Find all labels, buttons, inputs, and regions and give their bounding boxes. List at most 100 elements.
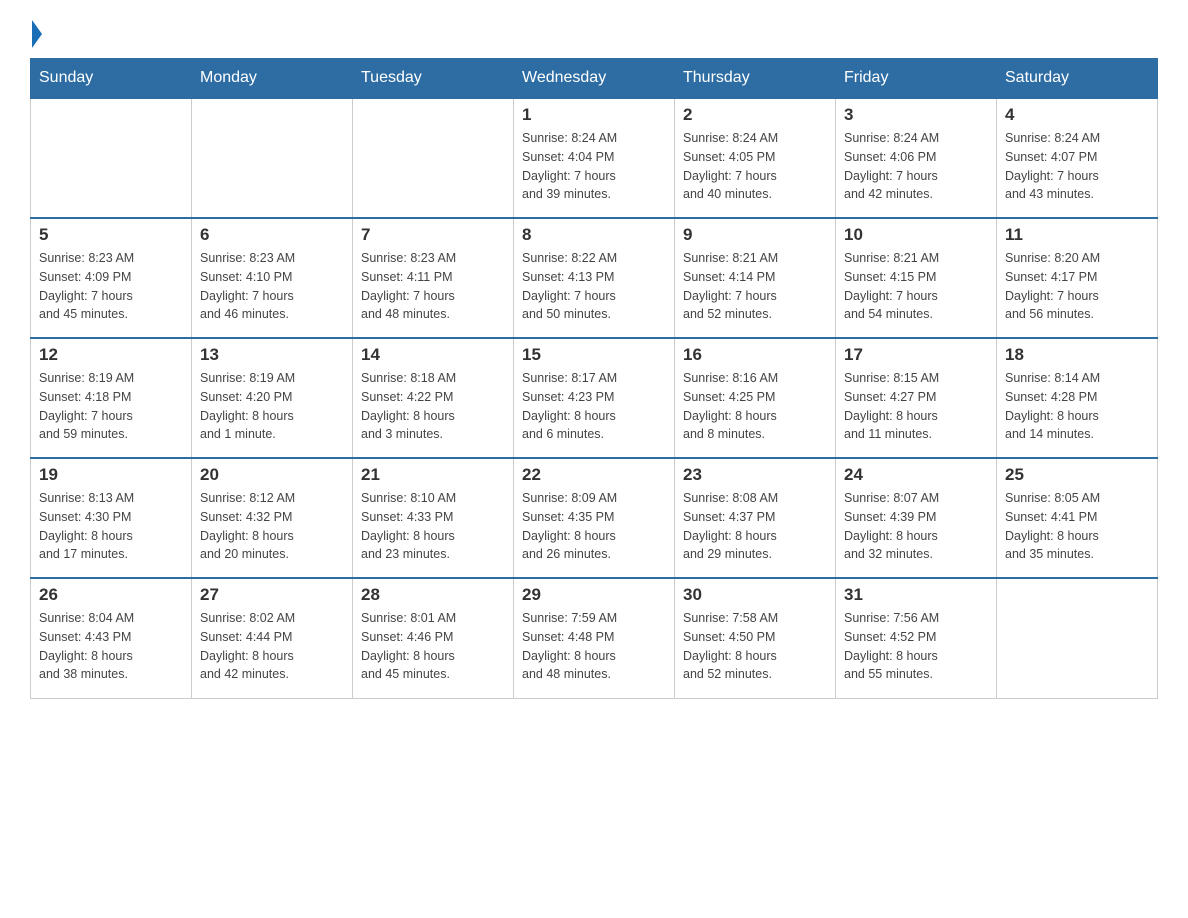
day-number: 7 [361, 225, 505, 245]
day-number: 10 [844, 225, 988, 245]
day-info: Sunrise: 8:04 AMSunset: 4:43 PMDaylight:… [39, 609, 183, 684]
day-number: 16 [683, 345, 827, 365]
day-number: 17 [844, 345, 988, 365]
day-number: 4 [1005, 105, 1149, 125]
day-info: Sunrise: 8:12 AMSunset: 4:32 PMDaylight:… [200, 489, 344, 564]
day-info: Sunrise: 8:19 AMSunset: 4:18 PMDaylight:… [39, 369, 183, 444]
calendar-cell-2-4: 16 Sunrise: 8:16 AMSunset: 4:25 PMDayligh… [675, 338, 836, 458]
day-number: 24 [844, 465, 988, 485]
day-info: Sunrise: 8:22 AMSunset: 4:13 PMDaylight:… [522, 249, 666, 324]
day-info: Sunrise: 8:09 AMSunset: 4:35 PMDaylight:… [522, 489, 666, 564]
calendar-cell-3-2: 21Sunrise: 8:10 AMSunset: 4:33 PMDayligh… [353, 458, 514, 578]
calendar-cell-0-2 [353, 98, 514, 218]
day-info: Sunrise: 7:59 AMSunset: 4:48 PMDaylight:… [522, 609, 666, 684]
calendar-cell-4-6 [997, 578, 1158, 698]
weekday-header-row: SundayMondayTuesdayWednesdayThursdayFrid… [31, 59, 1158, 99]
calendar-cell-2-0: 12Sunrise: 8:19 AMSunset: 4:18 PMDayligh… [31, 338, 192, 458]
day-number: 11 [1005, 225, 1149, 245]
day-info: Sunrise: 8:15 AMSunset: 4:27 PMDaylight:… [844, 369, 988, 444]
day-info: Sunrise: 8:20 AMSunset: 4:17 PMDaylight:… [1005, 249, 1149, 324]
day-number: 31 [844, 585, 988, 605]
day-number: 14 [361, 345, 505, 365]
day-number: 19 [39, 465, 183, 485]
day-info: Sunrise: 8:17 AMSunset: 4:23 PMDaylight:… [522, 369, 666, 444]
day-info: Sunrise: 8:24 AMSunset: 4:06 PMDaylight:… [844, 129, 988, 204]
day-number: 5 [39, 225, 183, 245]
header-thursday: Thursday [675, 59, 836, 99]
calendar-cell-2-6: 18Sunrise: 8:14 AMSunset: 4:28 PMDayligh… [997, 338, 1158, 458]
header-tuesday: Tuesday [353, 59, 514, 99]
day-info: Sunrise: 8:24 AMSunset: 4:04 PMDaylight:… [522, 129, 666, 204]
calendar-cell-3-6: 25Sunrise: 8:05 AMSunset: 4:41 PMDayligh… [997, 458, 1158, 578]
day-number: 23 [683, 465, 827, 485]
day-info: Sunrise: 8:01 AMSunset: 4:46 PMDaylight:… [361, 609, 505, 684]
day-info: Sunrise: 7:56 AMSunset: 4:52 PMDaylight:… [844, 609, 988, 684]
day-info: Sunrise: 8:24 AMSunset: 4:07 PMDaylight:… [1005, 129, 1149, 204]
day-number: 15 [522, 345, 666, 365]
week-row-1: 1Sunrise: 8:24 AMSunset: 4:04 PMDaylight… [31, 98, 1158, 218]
calendar-cell-0-3: 1Sunrise: 8:24 AMSunset: 4:04 PMDaylight… [514, 98, 675, 218]
calendar-cell-1-2: 7 Sunrise: 8:23 AMSunset: 4:11 PMDaylight… [353, 218, 514, 338]
calendar-cell-1-1: 6 Sunrise: 8:23 AMSunset: 4:10 PMDaylight… [192, 218, 353, 338]
week-row-2: 5 Sunrise: 8:23 AMSunset: 4:09 PMDaylight… [31, 218, 1158, 338]
day-number: 22 [522, 465, 666, 485]
day-info: Sunrise: 8:13 AMSunset: 4:30 PMDaylight:… [39, 489, 183, 564]
header-friday: Friday [836, 59, 997, 99]
calendar-cell-1-0: 5 Sunrise: 8:23 AMSunset: 4:09 PMDaylight… [31, 218, 192, 338]
day-info: Sunrise: 8:14 AMSunset: 4:28 PMDaylight:… [1005, 369, 1149, 444]
calendar-cell-4-0: 26 Sunrise: 8:04 AMSunset: 4:43 PMDayligh… [31, 578, 192, 698]
day-info: Sunrise: 8:21 AMSunset: 4:14 PMDaylight:… [683, 249, 827, 324]
day-number: 8 [522, 225, 666, 245]
calendar-cell-1-4: 9 Sunrise: 8:21 AMSunset: 4:14 PMDaylight… [675, 218, 836, 338]
calendar-cell-1-5: 10 Sunrise: 8:21 AMSunset: 4:15 PMDayligh… [836, 218, 997, 338]
calendar-cell-4-2: 28 Sunrise: 8:01 AMSunset: 4:46 PMDayligh… [353, 578, 514, 698]
day-info: Sunrise: 8:18 AMSunset: 4:22 PMDaylight:… [361, 369, 505, 444]
header-saturday: Saturday [997, 59, 1158, 99]
header-monday: Monday [192, 59, 353, 99]
day-info: Sunrise: 8:08 AMSunset: 4:37 PMDaylight:… [683, 489, 827, 564]
day-info: Sunrise: 8:07 AMSunset: 4:39 PMDaylight:… [844, 489, 988, 564]
calendar-cell-1-6: 11 Sunrise: 8:20 AMSunset: 4:17 PMDayligh… [997, 218, 1158, 338]
calendar-cell-0-4: 2 Sunrise: 8:24 AMSunset: 4:05 PMDaylight… [675, 98, 836, 218]
calendar-cell-3-5: 24 Sunrise: 8:07 AMSunset: 4:39 PMDayligh… [836, 458, 997, 578]
day-info: Sunrise: 8:23 AMSunset: 4:09 PMDaylight:… [39, 249, 183, 324]
calendar-cell-4-3: 29Sunrise: 7:59 AMSunset: 4:48 PMDayligh… [514, 578, 675, 698]
day-number: 3 [844, 105, 988, 125]
calendar-cell-3-4: 23 Sunrise: 8:08 AMSunset: 4:37 PMDayligh… [675, 458, 836, 578]
calendar-cell-3-0: 19 Sunrise: 8:13 AMSunset: 4:30 PMDayligh… [31, 458, 192, 578]
day-number: 13 [200, 345, 344, 365]
calendar-cell-3-1: 20Sunrise: 8:12 AMSunset: 4:32 PMDayligh… [192, 458, 353, 578]
calendar-cell-1-3: 8 Sunrise: 8:22 AMSunset: 4:13 PMDaylight… [514, 218, 675, 338]
logo-triangle-icon [32, 20, 42, 48]
logo [30, 20, 44, 48]
header-wednesday: Wednesday [514, 59, 675, 99]
calendar-cell-0-5: 3 Sunrise: 8:24 AMSunset: 4:06 PMDaylight… [836, 98, 997, 218]
day-number: 2 [683, 105, 827, 125]
calendar-cell-2-5: 17 Sunrise: 8:15 AMSunset: 4:27 PMDayligh… [836, 338, 997, 458]
calendar-cell-4-5: 31 Sunrise: 7:56 AMSunset: 4:52 PMDayligh… [836, 578, 997, 698]
calendar-cell-4-4: 30Sunrise: 7:58 AMSunset: 4:50 PMDayligh… [675, 578, 836, 698]
day-info: Sunrise: 8:16 AMSunset: 4:25 PMDaylight:… [683, 369, 827, 444]
day-info: Sunrise: 8:23 AMSunset: 4:11 PMDaylight:… [361, 249, 505, 324]
day-info: Sunrise: 8:05 AMSunset: 4:41 PMDaylight:… [1005, 489, 1149, 564]
calendar-cell-2-2: 14 Sunrise: 8:18 AMSunset: 4:22 PMDayligh… [353, 338, 514, 458]
page-header [30, 20, 1158, 48]
day-number: 9 [683, 225, 827, 245]
calendar-cell-4-1: 27Sunrise: 8:02 AMSunset: 4:44 PMDayligh… [192, 578, 353, 698]
day-info: Sunrise: 8:10 AMSunset: 4:33 PMDaylight:… [361, 489, 505, 564]
day-info: Sunrise: 8:02 AMSunset: 4:44 PMDaylight:… [200, 609, 344, 684]
calendar-table: SundayMondayTuesdayWednesdayThursdayFrid… [30, 58, 1158, 699]
calendar-cell-2-3: 15 Sunrise: 8:17 AMSunset: 4:23 PMDayligh… [514, 338, 675, 458]
week-row-5: 26 Sunrise: 8:04 AMSunset: 4:43 PMDayligh… [31, 578, 1158, 698]
day-number: 6 [200, 225, 344, 245]
day-info: Sunrise: 8:19 AMSunset: 4:20 PMDaylight:… [200, 369, 344, 444]
header-sunday: Sunday [31, 59, 192, 99]
week-row-3: 12Sunrise: 8:19 AMSunset: 4:18 PMDayligh… [31, 338, 1158, 458]
day-number: 28 [361, 585, 505, 605]
day-info: Sunrise: 8:24 AMSunset: 4:05 PMDaylight:… [683, 129, 827, 204]
day-number: 26 [39, 585, 183, 605]
day-info: Sunrise: 8:21 AMSunset: 4:15 PMDaylight:… [844, 249, 988, 324]
calendar-cell-0-0 [31, 98, 192, 218]
day-info: Sunrise: 8:23 AMSunset: 4:10 PMDaylight:… [200, 249, 344, 324]
calendar-cell-3-3: 22 Sunrise: 8:09 AMSunset: 4:35 PMDayligh… [514, 458, 675, 578]
